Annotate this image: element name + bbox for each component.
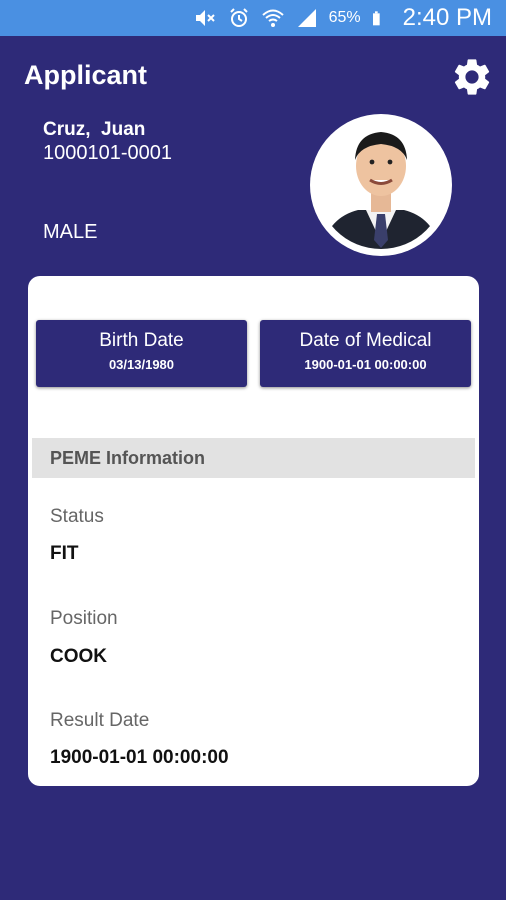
- battery-icon: [372, 11, 380, 26]
- medical-date-label: Date of Medical: [299, 330, 432, 351]
- medical-date-box: Date of Medical 1900-01-01 00:00:00: [260, 320, 471, 387]
- gear-icon: [454, 59, 490, 95]
- settings-button[interactable]: [448, 53, 496, 101]
- wifi-icon: [261, 9, 284, 27]
- result-date-label: Result Date: [50, 710, 150, 731]
- applicant-gender: MALE: [43, 221, 98, 243]
- avatar: [310, 114, 452, 256]
- applicant-number: 1000101-0001: [43, 142, 173, 164]
- clock: 2:40 PM: [402, 4, 492, 31]
- profile-photo: [315, 119, 447, 251]
- position-label: Position: [50, 608, 118, 629]
- status-value: FIT: [50, 543, 79, 564]
- battery-percent: 65%: [328, 9, 361, 26]
- status-label: Status: [50, 506, 104, 527]
- birth-date-value: 03/13/1980: [108, 357, 175, 372]
- mute-icon: [195, 10, 215, 26]
- applicant-card: Birth Date 03/13/1980 Date of Medical 19…: [28, 276, 479, 786]
- status-bar: 65% 2:40 PM: [0, 0, 506, 36]
- birth-date-label: Birth Date: [99, 330, 184, 351]
- result-date-value: 1900-01-01 00:00:00: [50, 747, 229, 768]
- signal-icon: [297, 9, 316, 27]
- applicant-name: Cruz, Juan: [43, 119, 146, 140]
- peme-section-header: PEME Information: [32, 438, 475, 478]
- birth-date-box: Birth Date 03/13/1980: [36, 320, 247, 387]
- page-title: Applicant: [24, 60, 148, 90]
- medical-date-value: 1900-01-01 00:00:00: [304, 357, 427, 372]
- position-value: COOK: [50, 646, 107, 667]
- alarm-icon: [229, 8, 248, 27]
